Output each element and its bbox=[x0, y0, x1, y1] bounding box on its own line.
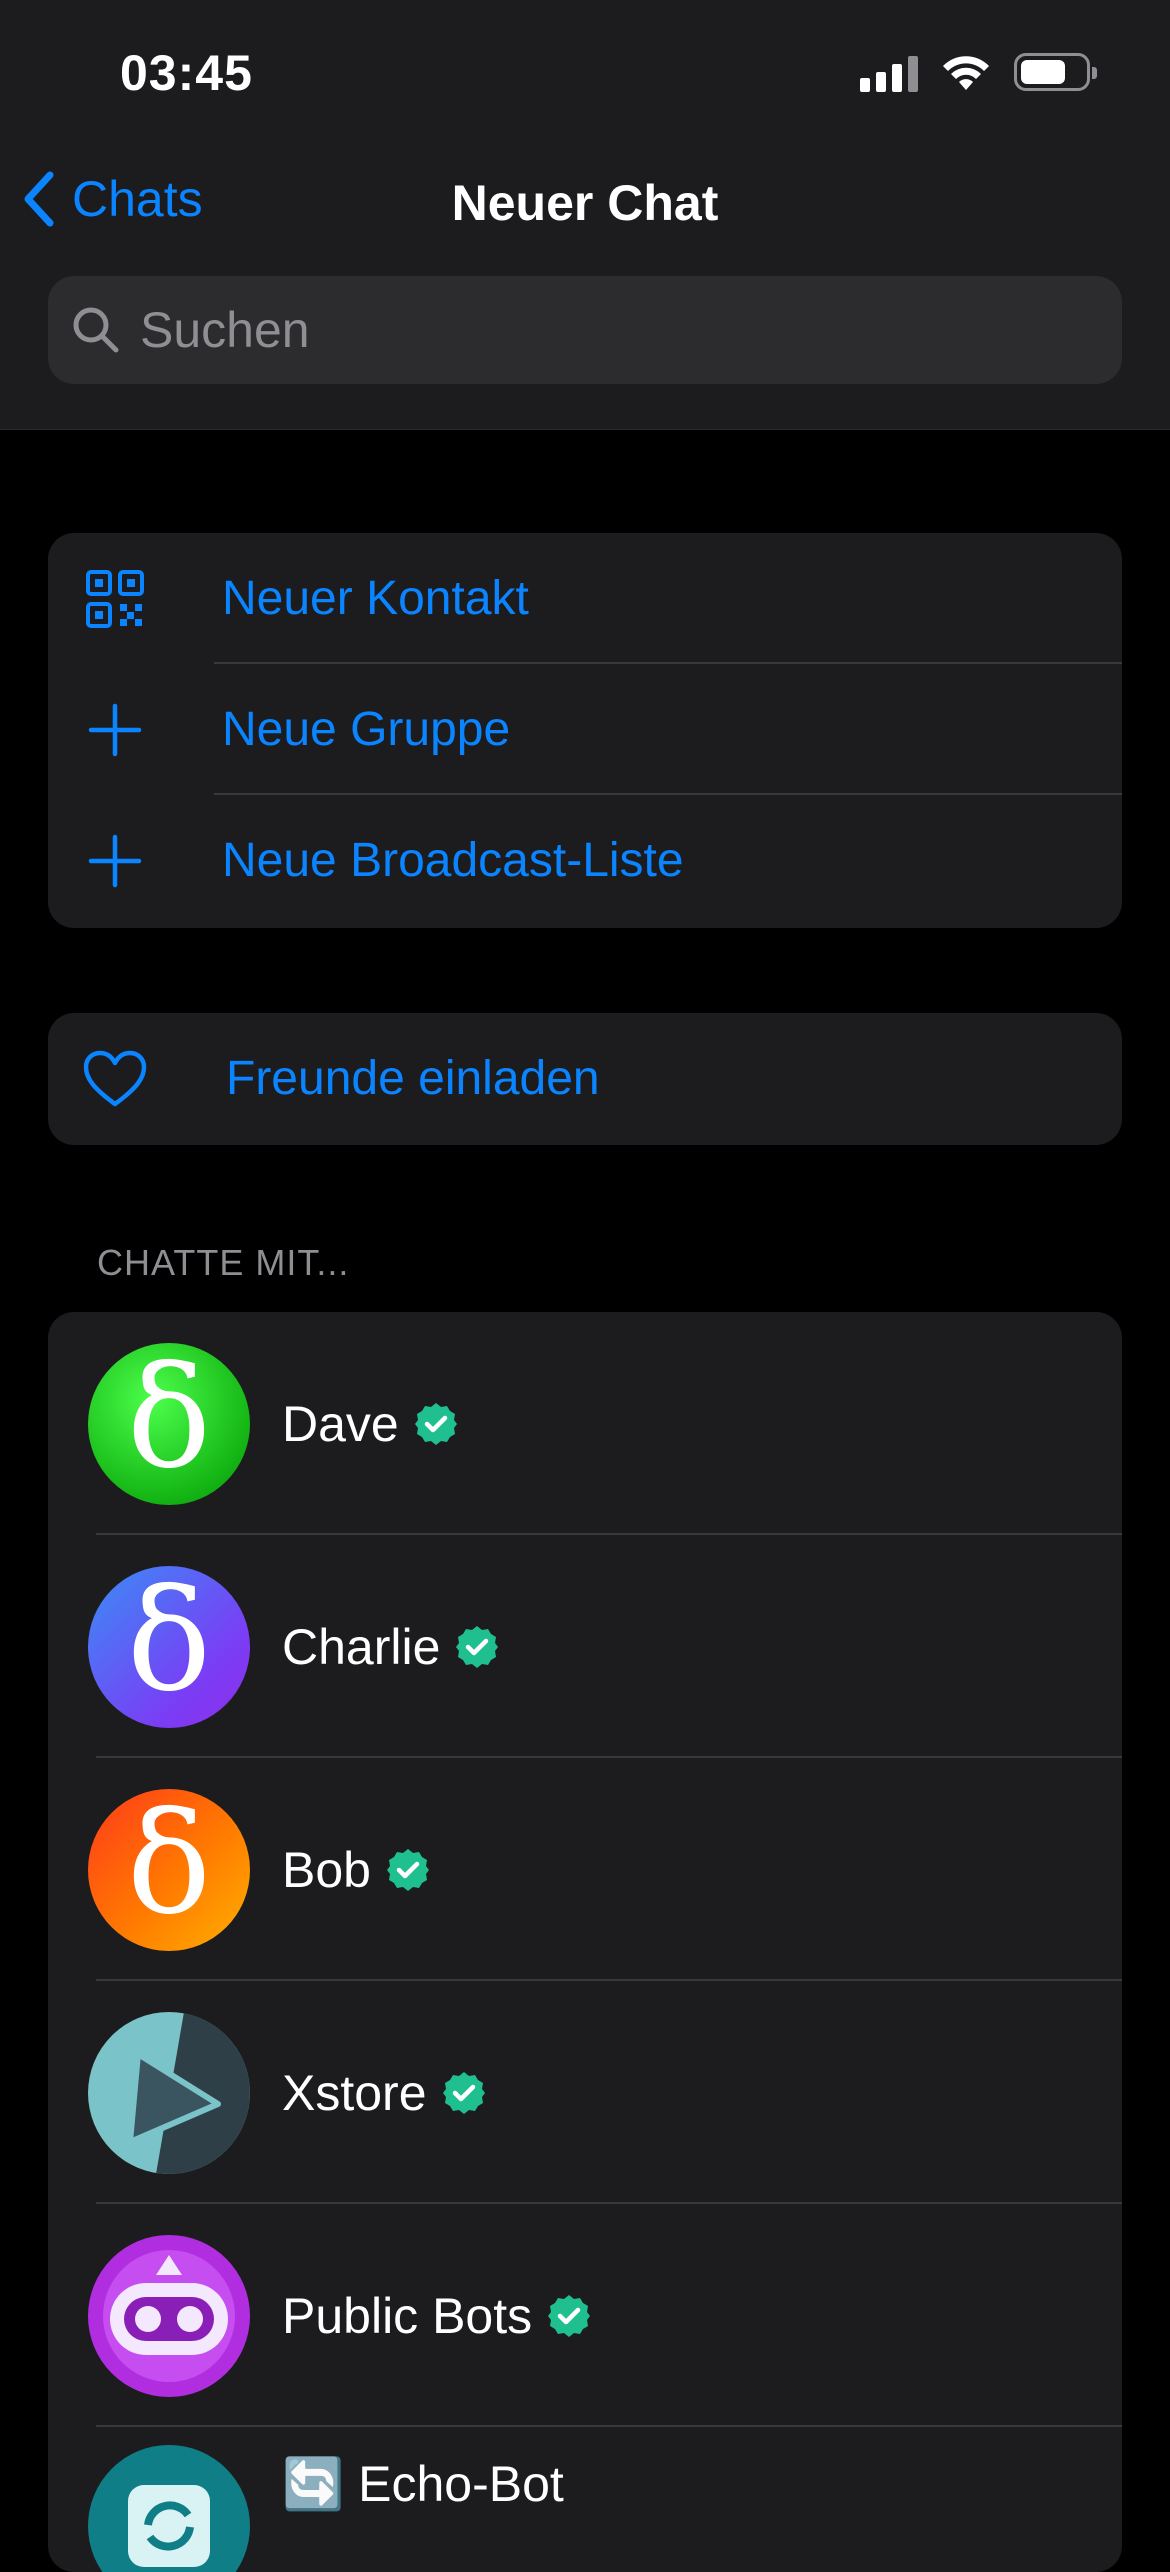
new-group-label: Neue Gruppe bbox=[222, 703, 511, 756]
contacts-list: δ Dave δ Charlie δ Bob Xstore Public Bot… bbox=[48, 1312, 1122, 2572]
new-contact-row[interactable]: Neuer Kontakt bbox=[48, 533, 1122, 664]
search-placeholder: Suchen bbox=[140, 302, 310, 358]
new-contact-label: Neuer Kontakt bbox=[222, 572, 529, 625]
contact-row-echo-bot[interactable]: 🔄 Echo-Bot bbox=[48, 2427, 1122, 2572]
contact-name: 🔄 Echo-Bot bbox=[282, 2456, 564, 2512]
avatar: δ bbox=[88, 1788, 250, 1951]
new-actions-group: Neuer Kontakt Neue Gruppe Neue Broadcast… bbox=[48, 533, 1122, 928]
contact-name: Xstore bbox=[282, 2064, 427, 2121]
wifi-icon bbox=[943, 56, 989, 90]
avatar bbox=[88, 2011, 250, 2174]
contact-name: Bob bbox=[282, 1841, 371, 1898]
avatar bbox=[88, 2445, 250, 2572]
verified-badge-icon bbox=[454, 1624, 500, 1670]
new-broadcast-list-row[interactable]: Neue Broadcast-Liste bbox=[48, 795, 1122, 926]
status-icons bbox=[860, 52, 1097, 92]
verified-badge-icon bbox=[546, 2293, 592, 2339]
plus-icon bbox=[50, 833, 180, 889]
qr-code-icon bbox=[50, 569, 180, 629]
cellular-signal-icon bbox=[860, 52, 918, 92]
search-input[interactable]: Suchen bbox=[48, 276, 1122, 384]
section-header: CHATTE MIT... bbox=[97, 1242, 350, 1283]
contact-row-charlie[interactable]: δ Charlie bbox=[48, 1535, 1122, 1758]
verified-badge-icon bbox=[413, 1401, 459, 1447]
contact-row-xstore[interactable]: Xstore bbox=[48, 1981, 1122, 2204]
plus-icon bbox=[50, 702, 180, 758]
invite-friends-row[interactable]: Freunde einladen bbox=[48, 1013, 1122, 1144]
search-icon bbox=[73, 307, 119, 353]
contact-row-public-bots[interactable]: Public Bots bbox=[48, 2204, 1122, 2427]
contact-row-bob[interactable]: δ Bob bbox=[48, 1758, 1122, 1981]
invite-friends-label: Freunde einladen bbox=[226, 1052, 600, 1105]
avatar: δ bbox=[88, 1565, 250, 1728]
heart-icon bbox=[50, 1050, 180, 1108]
verified-badge-icon bbox=[385, 1847, 431, 1893]
contact-name: Dave bbox=[282, 1395, 399, 1452]
new-group-row[interactable]: Neue Gruppe bbox=[48, 664, 1122, 795]
contact-name: Charlie bbox=[282, 1618, 441, 1675]
avatar bbox=[88, 2234, 250, 2397]
verified-badge-icon bbox=[441, 2070, 487, 2116]
battery-icon bbox=[1014, 53, 1097, 91]
status-time: 03:45 bbox=[120, 45, 253, 101]
contact-row-dave[interactable]: δ Dave bbox=[48, 1312, 1122, 1535]
invite-group: Freunde einladen bbox=[48, 1013, 1122, 1145]
top-bar: 03:45 Chats Neuer Chat Suchen bbox=[0, 0, 1170, 430]
new-broadcast-list-label: Neue Broadcast-Liste bbox=[222, 834, 684, 887]
avatar: δ bbox=[88, 1342, 250, 1505]
page-title: Neuer Chat bbox=[451, 175, 719, 231]
contact-name: Public Bots bbox=[282, 2287, 533, 2344]
